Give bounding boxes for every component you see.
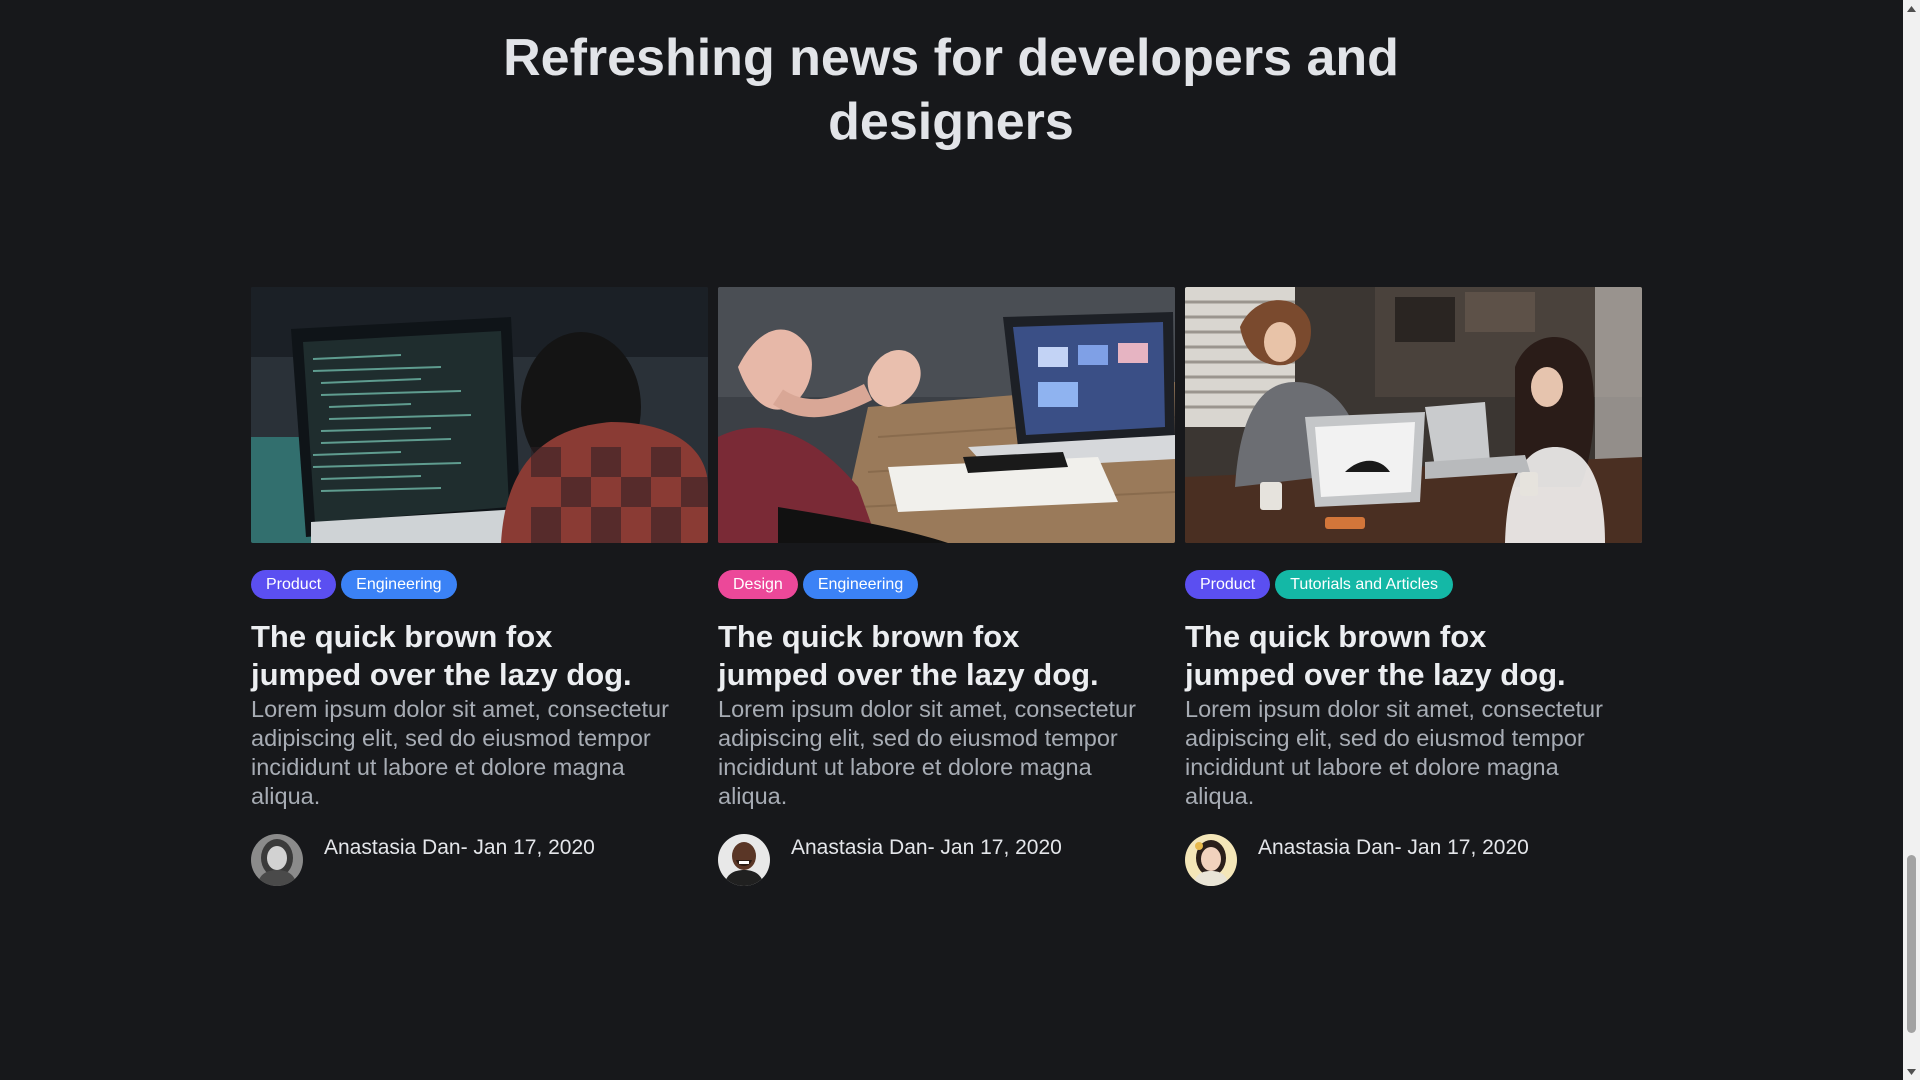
page-title-line-2: designers <box>828 93 1074 151</box>
excerpt-line: Lorem ipsum dolor sit amet, consectetur <box>718 696 1136 722</box>
article-image-team-laptops[interactable] <box>1185 287 1642 543</box>
excerpt-line: incididunt ut labore et dolore magna <box>251 754 625 780</box>
article-image-laptop-meeting[interactable] <box>718 287 1175 543</box>
woman-avatar-icon <box>251 834 303 886</box>
tag-design[interactable]: Design <box>718 570 798 599</box>
excerpt-line: aliqua. <box>1185 783 1255 809</box>
article-card[interactable]: Product Tutorials and Articles The quick… <box>1185 287 1642 886</box>
excerpt-line: adipiscing elit, sed do eiusmod tempor <box>1185 725 1585 751</box>
page-title: Refreshing news for developers and desig… <box>0 26 1902 154</box>
excerpt-line: adipiscing elit, sed do eiusmod tempor <box>718 725 1118 751</box>
article-excerpt: Lorem ipsum dolor sit amet, consectetur … <box>1185 695 1642 811</box>
excerpt-line: aliqua. <box>251 783 321 809</box>
article-title-line-2: jumped over the lazy dog. <box>1185 657 1566 692</box>
developer-coding-photo <box>251 287 708 543</box>
avatar[interactable] <box>1185 834 1237 886</box>
article-image-developer-coding[interactable] <box>251 287 708 543</box>
scroll-up-arrow-icon[interactable] <box>1903 0 1920 17</box>
article-card[interactable]: Product Engineering The quick brown fox … <box>251 287 708 886</box>
article-title[interactable]: The quick brown fox jumped over the lazy… <box>718 618 1175 694</box>
excerpt-line: Lorem ipsum dolor sit amet, consectetur <box>1185 696 1603 722</box>
author-name-date: Anastasia Dan- Jan 17, 2020 <box>791 836 1062 859</box>
tag-engineering[interactable]: Engineering <box>802 570 919 599</box>
laptop-meeting-photo <box>718 287 1175 543</box>
tag-product[interactable]: Product <box>1185 570 1271 599</box>
article-title[interactable]: The quick brown fox jumped over the lazy… <box>1185 618 1642 694</box>
author-info: Anastasia Dan- Jan 17, 2020 <box>251 834 708 886</box>
vertical-scrollbar[interactable] <box>1903 0 1920 1080</box>
author-info: Anastasia Dan- Jan 17, 2020 <box>1185 834 1642 886</box>
article-excerpt: Lorem ipsum dolor sit amet, consectetur … <box>718 695 1175 811</box>
scroll-down-arrow-icon[interactable] <box>1903 1063 1920 1080</box>
article-title-line-2: jumped over the lazy dog. <box>718 657 1099 692</box>
tag-list: Product Engineering <box>251 570 708 599</box>
excerpt-line: adipiscing elit, sed do eiusmod tempor <box>251 725 651 751</box>
article-title[interactable]: The quick brown fox jumped over the lazy… <box>251 618 708 694</box>
page-title-line-1: Refreshing news for developers and <box>503 29 1399 87</box>
woman-avatar-color-icon <box>1185 834 1237 886</box>
article-card[interactable]: Design Engineering The quick brown fox j… <box>718 287 1175 886</box>
avatar[interactable] <box>718 834 770 886</box>
excerpt-line: Lorem ipsum dolor sit amet, consectetur <box>251 696 669 722</box>
author-info: Anastasia Dan- Jan 17, 2020 <box>718 834 1175 886</box>
excerpt-line: incididunt ut labore et dolore magna <box>1185 754 1559 780</box>
article-excerpt: Lorem ipsum dolor sit amet, consectetur … <box>251 695 708 811</box>
excerpt-line: incididunt ut labore et dolore magna <box>718 754 1092 780</box>
article-title-line-1: The quick brown fox <box>718 619 1020 654</box>
tag-tutorials-and-articles[interactable]: Tutorials and Articles <box>1275 570 1454 599</box>
excerpt-line: aliqua. <box>718 783 788 809</box>
avatar[interactable] <box>251 834 303 886</box>
author-name-date: Anastasia Dan- Jan 17, 2020 <box>324 836 595 859</box>
tag-list: Design Engineering <box>718 570 1175 599</box>
scrollbar-thumb[interactable] <box>1907 855 1916 1033</box>
article-card-list: Product Engineering The quick brown fox … <box>251 287 1642 886</box>
author-name-date: Anastasia Dan- Jan 17, 2020 <box>1258 836 1529 859</box>
tag-product[interactable]: Product <box>251 570 337 599</box>
man-avatar-icon <box>718 834 770 886</box>
article-title-line-1: The quick brown fox <box>1185 619 1487 654</box>
team-laptops-photo <box>1185 287 1642 543</box>
article-title-line-1: The quick brown fox <box>251 619 553 654</box>
tag-list: Product Tutorials and Articles <box>1185 570 1642 599</box>
tag-engineering[interactable]: Engineering <box>341 570 457 599</box>
article-title-line-2: jumped over the lazy dog. <box>251 657 632 692</box>
